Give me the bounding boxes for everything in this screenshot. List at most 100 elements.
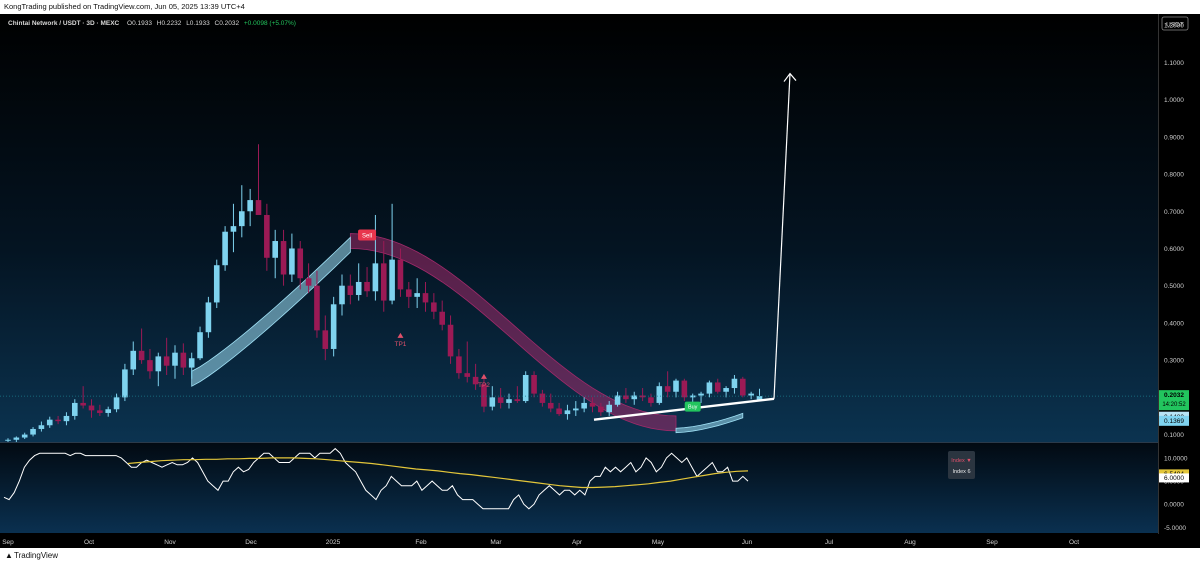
time-tick-label: Sep: [2, 539, 14, 546]
candle-body: [497, 397, 504, 403]
candle-body: [439, 311, 445, 325]
index-badge-top: Index ▼: [951, 458, 971, 464]
candle-body: [163, 356, 170, 366]
candle-body: [456, 356, 462, 374]
candle-body: [380, 263, 387, 301]
candle-body: [414, 293, 420, 297]
candle-body: [239, 211, 245, 227]
candle-body: [706, 382, 713, 394]
candle-body: [280, 241, 287, 275]
candle-body: [55, 419, 61, 422]
price-tick-label: 0.9000: [1164, 134, 1184, 141]
time-tick-label: 2025: [326, 539, 341, 546]
candle-body: [539, 393, 546, 403]
price-tick-label: 1.0000: [1164, 97, 1184, 104]
candle-body: [397, 259, 404, 290]
candle-body: [213, 265, 220, 303]
candle-body: [197, 332, 203, 359]
candle-body: [5, 439, 11, 441]
price-tick-label: 0.4000: [1164, 320, 1184, 327]
footer-brand: TradingView: [14, 551, 59, 560]
candle-body: [305, 278, 312, 286]
price-tick-label: 0.3000: [1164, 358, 1184, 365]
candle-body: [188, 358, 195, 368]
candle-body: [364, 281, 370, 292]
index-badge-bottom: Index 6: [952, 469, 970, 475]
time-tick-label: Oct: [1069, 539, 1079, 546]
candle-body: [581, 402, 587, 409]
candle-body: [355, 281, 362, 295]
candle-body: [664, 386, 671, 392]
candle-body: [614, 395, 621, 405]
candle-body: [731, 378, 738, 389]
candle-body: [514, 399, 521, 402]
candle-body: [589, 402, 596, 407]
candle-body: [389, 259, 395, 301]
candle-body: [740, 378, 746, 396]
time-tick-label: Jun: [742, 539, 753, 546]
candle-body: [339, 285, 345, 305]
time-tick-label: Apr: [572, 539, 583, 546]
price-tick-label: 1.1000: [1164, 60, 1184, 67]
candle-body: [113, 397, 120, 410]
time-tick-label: Feb: [415, 539, 427, 546]
candle-body: [431, 302, 437, 312]
index-badge[interactable]: Index ▼ Index 6: [948, 451, 975, 479]
time-tick-label: Oct: [84, 539, 94, 546]
time-axis-bg: [0, 534, 1200, 548]
candle-body: [147, 360, 153, 372]
candle-body: [21, 434, 28, 438]
legend-open: O0.1933: [127, 20, 152, 27]
candle-body: [314, 285, 320, 331]
legend-low: L0.1933: [186, 20, 210, 27]
tp2-label: TP2: [478, 382, 490, 389]
price-tick-label: 0.1000: [1164, 432, 1184, 439]
candle-body: [130, 350, 137, 370]
legend-symbol: Chintai Network / USDT · 3D · MEXC: [8, 20, 120, 27]
candle-body: [222, 231, 228, 266]
price-tick-label: 0.5000: [1164, 283, 1184, 290]
candle-body: [97, 410, 103, 413]
candle-body: [531, 375, 537, 394]
candle-body: [13, 437, 20, 440]
time-tick-label: Dec: [245, 539, 257, 546]
price-tick-label: 0.8000: [1164, 172, 1184, 179]
oscillator-tick-label: -5.0000: [1164, 525, 1186, 532]
candle-body: [138, 350, 145, 361]
price-pane-bg: [0, 14, 1158, 442]
sell-signal: Sell: [358, 229, 377, 241]
price-tick-label: 0.7000: [1164, 209, 1184, 216]
candle-body: [255, 200, 262, 215]
candle-body: [547, 402, 554, 409]
candle-body: [105, 409, 111, 413]
sell-signal-label: Sell: [362, 233, 372, 239]
tradingview-logo-icon: ▲: [5, 551, 13, 560]
candle-body: [723, 388, 729, 392]
chart-legend: Chintai Network / USDT · 3D · MEXC O0.19…: [8, 20, 296, 27]
time-tick-label: Jul: [825, 539, 834, 546]
candle-body: [656, 386, 663, 403]
price-axis-bg: [1158, 14, 1200, 548]
candle-body: [606, 404, 612, 413]
price-tick-label: 0.6000: [1164, 246, 1184, 253]
candle-body: [564, 410, 571, 415]
last-price-countdown: 14:20:52: [1162, 402, 1186, 408]
oscillator-pane-bg: [0, 443, 1158, 533]
candle-body: [506, 399, 512, 403]
candle-body: [598, 406, 604, 413]
time-tick-label: Aug: [904, 539, 916, 546]
publisher-header: KongTrading published on TradingView.com…: [0, 0, 1200, 14]
candle-body: [80, 402, 86, 406]
candle-body: [522, 375, 529, 402]
candle-body: [681, 380, 688, 398]
candle-body: [180, 352, 187, 368]
candle-body: [464, 373, 471, 377]
candle-body: [172, 352, 178, 366]
candle-body: [714, 382, 721, 392]
candle-body: [422, 293, 429, 303]
oscillator-tick-label: 0.0000: [1164, 502, 1184, 509]
chart-canvas[interactable]: Sell Buy TP1 TP2 Chintai Network / USDT …: [0, 14, 1200, 548]
candle-body: [447, 324, 454, 357]
candle-body: [297, 248, 304, 279]
oscillator-tick-label: 10.0000: [1164, 455, 1188, 462]
